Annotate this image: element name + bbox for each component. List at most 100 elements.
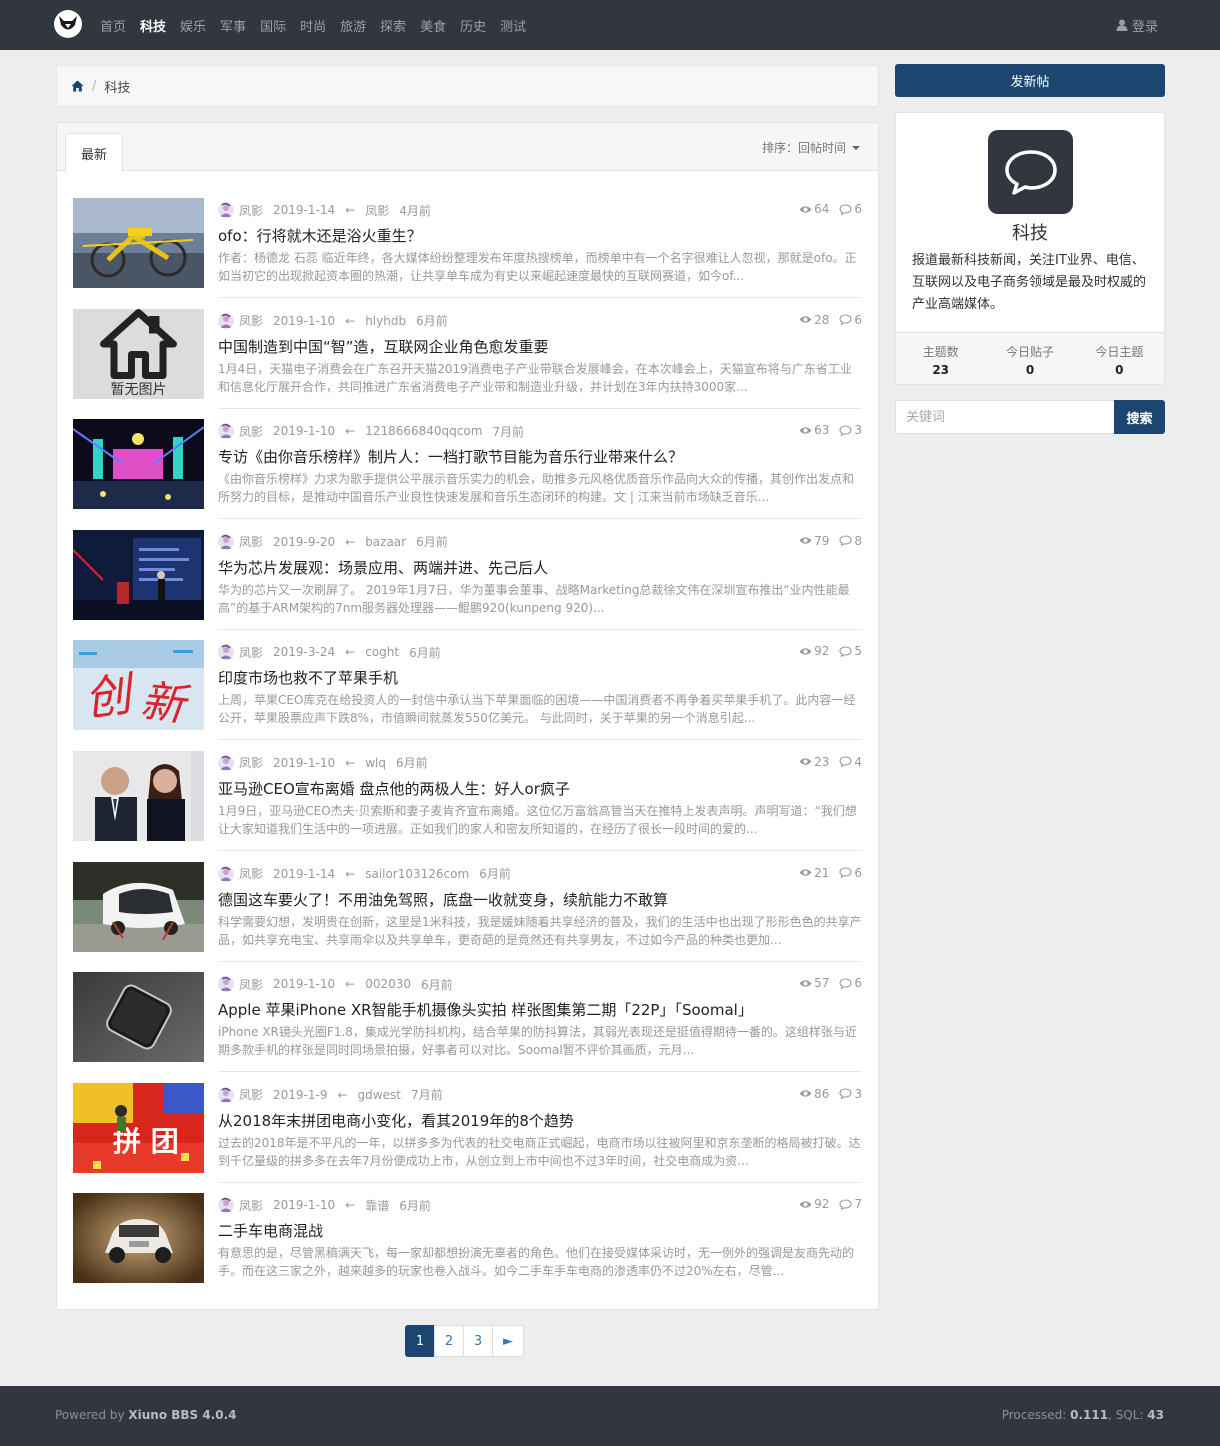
avatar[interactable]	[218, 1086, 234, 1103]
comment-icon	[839, 425, 852, 436]
thread-summary: 华为的芯片又一次刷屏了。 2019年1月7日，华为董事会董事、战略Marketi…	[218, 582, 850, 615]
thread-thumbnail[interactable]	[73, 861, 204, 952]
thread-author[interactable]: 凤影	[239, 202, 263, 219]
thread-title[interactable]: Apple 苹果iPhone XR智能手机摄像头实拍 样张图集第二期「22P」「…	[218, 999, 862, 1020]
thread-title[interactable]: 中国制造到中国“智”造，互联网企业角色愈发重要	[218, 336, 862, 357]
nav-item[interactable]: 历史	[460, 16, 486, 35]
nav-item[interactable]: 国际	[260, 16, 286, 35]
thread-title[interactable]: 德国这车要火了！不用油免驾照，底盘一收就变身，续航能力不敢算	[218, 889, 862, 910]
thread-last-user[interactable]: 002030	[365, 977, 411, 991]
thread-date: 2019-1-10	[273, 424, 336, 439]
site-logo[interactable]	[54, 10, 82, 38]
nav-item[interactable]: 时尚	[300, 16, 326, 35]
nav-item[interactable]: 科技	[140, 16, 166, 35]
view-count: 28	[799, 313, 829, 327]
thread-author[interactable]: 凤影	[239, 1086, 263, 1103]
thread-thumbnail[interactable]: 拼 团	[73, 1082, 204, 1173]
home-icon[interactable]	[71, 80, 84, 92]
thread-item[interactable]: 凤影 2019-1-14 ← 凤影 4月前 64 6 ofo：行将就木还是浴火重生？ 作者：杨德…	[73, 198, 862, 309]
thread-author[interactable]: 凤影	[239, 533, 263, 550]
main-nav: 首页 科技 娱乐 军事 国际 时尚 旅游 探索 美食 历史 测试	[100, 0, 540, 50]
thread-item[interactable]: 创新 凤影 2019-3-24 ← coght 6月前 92 5 印度市场也救不了苹果手机 上周，…	[73, 640, 862, 751]
thread-item[interactable]: 凤影 2019-9-20 ← bazaar 6月前 79 8 华为芯片发展观：场景应用、两端并…	[73, 529, 862, 641]
thread-last-user[interactable]: 凤影	[365, 202, 389, 219]
thread-title[interactable]: 印度市场也救不了苹果手机	[218, 667, 862, 688]
thread-title[interactable]: 二手车电商混战	[218, 1220, 862, 1241]
thread-title[interactable]: 亚马逊CEO宣布离婚 盘点他的两极人生：好人or疯子	[218, 778, 862, 799]
reply-count: 3	[839, 1087, 862, 1101]
thread-last-user[interactable]: sailor103126com	[365, 867, 469, 881]
thread-item[interactable]: 凤影 2019-1-10 ← wlq 6月前 23 4 亚马逊CEO宣布离婚 盘点他的两极人生…	[73, 750, 862, 862]
thread-last-user[interactable]: coght	[365, 645, 399, 659]
avatar[interactable]	[218, 312, 234, 329]
avatar[interactable]	[218, 976, 234, 993]
tab-latest[interactable]: 最新	[65, 133, 123, 172]
thread-thumbnail[interactable]	[73, 529, 204, 620]
thread-thumbnail[interactable]: 创新	[73, 640, 204, 731]
new-post-button[interactable]: 发新帖	[895, 64, 1165, 97]
footer-powered-name[interactable]: Xiuno BBS 4.0.4	[128, 1408, 236, 1422]
nav-item[interactable]: 探索	[380, 16, 406, 35]
thread-title[interactable]: 从2018年末拼团电商小变化，看其2019年的8个趋势	[218, 1110, 862, 1131]
thread-author[interactable]: 凤影	[239, 865, 263, 882]
thread-author[interactable]: 凤影	[239, 754, 263, 771]
reply-count-value: 3	[854, 423, 862, 438]
page-link[interactable]: 3	[463, 1325, 493, 1357]
thread-item[interactable]: 凤影 2019-1-10 ← 靠谱 6月前 92 7 二手车电商混战 有意思的是，尽管黑稿满天飞…	[73, 1193, 862, 1304]
thread-item[interactable]: 拼 团 凤影 2019-1-9 ← gdwest 7月前 86 3 从2018年末拼团电商小变化…	[73, 1082, 862, 1194]
arrow-left-icon: ←	[345, 313, 356, 328]
avatar[interactable]	[218, 202, 234, 218]
page-link[interactable]: 2	[434, 1325, 464, 1357]
thread-stats: 28 6	[799, 313, 862, 327]
thread-item[interactable]: 凤影 2019-1-14 ← sailor103126com 6月前 21 6 德国这车要火了…	[73, 861, 862, 973]
thread-last-user[interactable]: wlq	[365, 756, 386, 770]
thread-author[interactable]: 凤影	[239, 423, 263, 440]
thread-title[interactable]: 华为芯片发展观：场景应用、两端并进、先己后人	[218, 557, 862, 578]
nav-item[interactable]: 旅游	[340, 16, 366, 35]
comment-icon	[839, 203, 852, 215]
footer-sql-value: 43	[1147, 1408, 1164, 1422]
search-button[interactable]: 搜索	[1114, 400, 1165, 434]
avatar[interactable]	[218, 423, 234, 440]
page-link[interactable]: 1	[405, 1325, 435, 1357]
thread-info: 凤影 2019-3-24 ← coght 6月前 92 5 印度市场也救不了苹果手机 上周，苹果…	[218, 640, 862, 741]
avatar[interactable]	[218, 865, 234, 882]
thread-thumbnail[interactable]	[73, 198, 204, 288]
thread-thumbnail[interactable]	[73, 419, 204, 510]
thread-thumbnail[interactable]	[73, 750, 204, 841]
view-count-value: 92	[814, 644, 830, 659]
avatar[interactable]	[218, 1197, 234, 1214]
next-page-icon[interactable]: ►	[492, 1325, 524, 1357]
thread-item[interactable]: 凤影 2019-1-10 ← 1218666840qqcom 7月前 63 3 专访《由你音乐…	[73, 419, 862, 530]
thread-item[interactable]: 暂无图片 凤影 2019-1-10 ← hlyhdb 6月前 28 6 中国制造到中国“智”造，…	[73, 308, 862, 420]
avatar[interactable]	[218, 644, 234, 661]
nav-item[interactable]: 娱乐	[180, 16, 206, 35]
thread-title[interactable]: 专访《由你音乐榜样》制片人：一档打歌节目能为音乐行业带来什么？	[218, 446, 862, 467]
nav-item[interactable]: 军事	[220, 16, 246, 35]
thread-item[interactable]: 凤影 2019-1-10 ← 002030 6月前 57 6 Apple 苹果iPhone X…	[73, 972, 862, 1083]
nav-item[interactable]: 美食	[420, 16, 446, 35]
thread-author[interactable]: 凤影	[239, 312, 263, 329]
search-input[interactable]	[895, 400, 1114, 434]
avatar[interactable]	[218, 533, 234, 550]
sort-dropdown[interactable]: 排序：回帖时间	[762, 139, 860, 156]
thread-author[interactable]: 凤影	[239, 976, 263, 993]
thread-author[interactable]: 凤影	[239, 1197, 263, 1214]
thread-summary: 有意思的是，尽管黑稿满天飞，每一家却都想扮演无辜者的角色。他们在接受媒体采访时，…	[218, 1246, 855, 1279]
thread-last-user[interactable]: 靠谱	[365, 1197, 389, 1214]
thread-author[interactable]: 凤影	[239, 644, 263, 661]
thread-thumbnail[interactable]	[73, 1193, 204, 1284]
nav-item[interactable]: 测试	[500, 16, 526, 35]
thread-last-user[interactable]: gdwest	[358, 1088, 401, 1102]
thread-last-user[interactable]: 1218666840qqcom	[365, 424, 482, 438]
thread-title[interactable]: ofo：行将就木还是浴火重生？	[218, 225, 862, 246]
thread-thumbnail[interactable]: 暂无图片	[73, 308, 204, 399]
login-link[interactable]: 登录	[1116, 0, 1158, 50]
view-count: 92	[799, 1197, 829, 1211]
thread-stats: 92 5	[799, 644, 862, 658]
nav-item[interactable]: 首页	[100, 16, 126, 35]
thread-last-user[interactable]: hlyhdb	[365, 314, 406, 328]
thread-last-user[interactable]: bazaar	[365, 535, 406, 549]
avatar[interactable]	[218, 754, 234, 771]
thread-thumbnail[interactable]	[73, 972, 204, 1063]
